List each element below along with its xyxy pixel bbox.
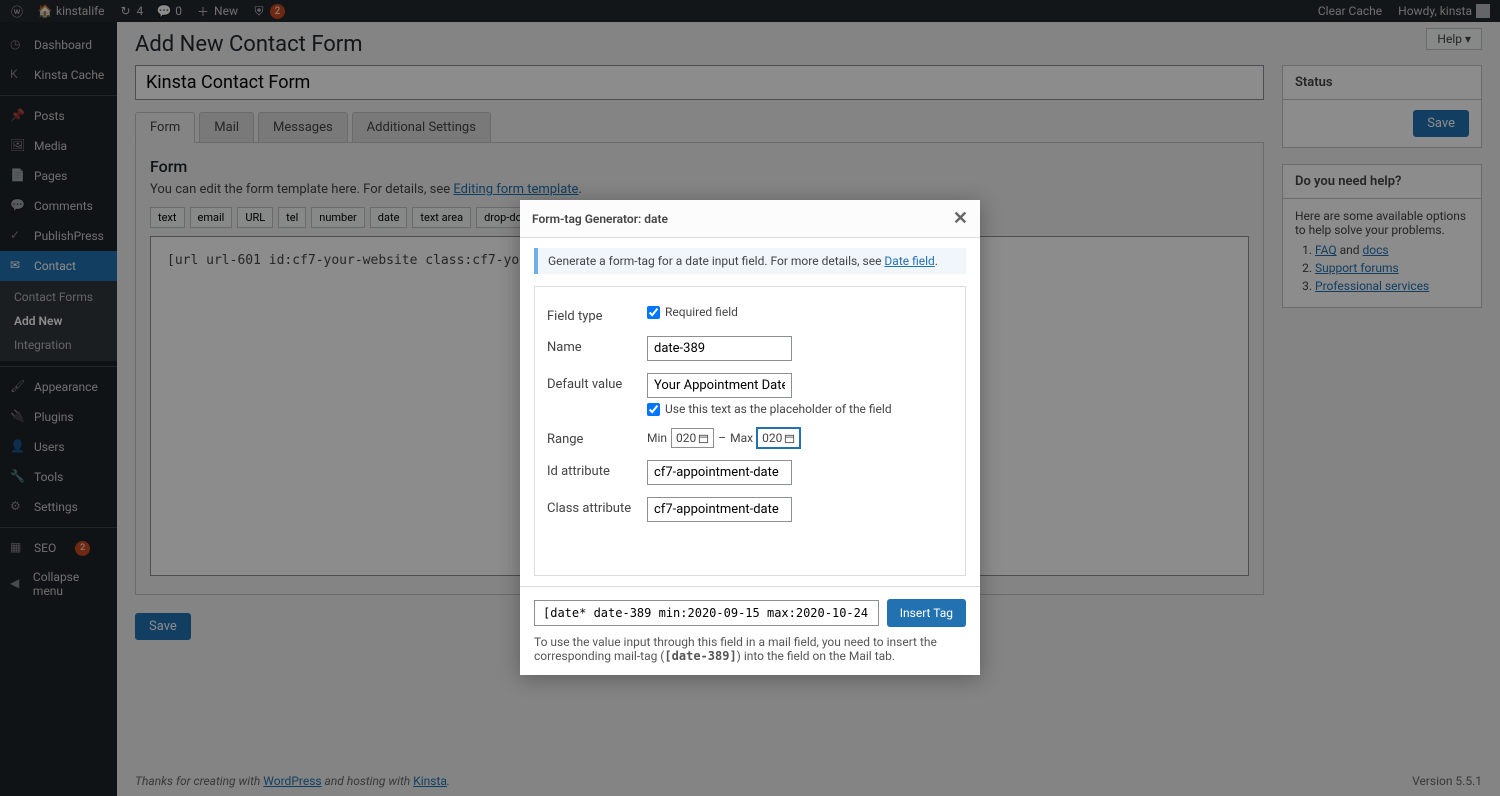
min-label: Min bbox=[647, 431, 667, 445]
placeholder-checkbox[interactable] bbox=[647, 403, 660, 416]
max-label: Max bbox=[730, 431, 753, 445]
name-input[interactable] bbox=[647, 336, 792, 361]
date-field-link[interactable]: Date field bbox=[884, 254, 934, 268]
label-default: Default value bbox=[547, 373, 647, 392]
label-class: Class attribute bbox=[547, 497, 647, 516]
label-range: Range bbox=[547, 428, 647, 447]
max-date-input[interactable]: 020 bbox=[757, 428, 800, 448]
modal-info: Generate a form-tag for a date input fie… bbox=[534, 248, 966, 274]
required-checkbox[interactable] bbox=[647, 306, 660, 319]
modal-form-tag-date: Form-tag Generator: date ✕ Generate a fo… bbox=[520, 200, 980, 675]
label-name: Name bbox=[547, 336, 647, 355]
calendar-icon bbox=[784, 433, 795, 444]
label-field-type: Field type bbox=[547, 305, 647, 324]
default-input[interactable] bbox=[647, 373, 792, 398]
mail-tag-code: [date-389] bbox=[664, 649, 736, 663]
modal-close-button[interactable]: ✕ bbox=[953, 208, 968, 229]
min-date-input[interactable]: 020 bbox=[671, 428, 714, 448]
placeholder-label: Use this text as the placeholder of the … bbox=[665, 402, 892, 416]
label-id: Id attribute bbox=[547, 460, 647, 479]
insert-tag-button[interactable]: Insert Tag bbox=[887, 599, 966, 627]
class-input[interactable] bbox=[647, 497, 792, 522]
required-label: Required field bbox=[665, 305, 738, 319]
tag-output-input[interactable] bbox=[534, 600, 879, 626]
id-input[interactable] bbox=[647, 460, 792, 485]
calendar-icon bbox=[698, 433, 709, 444]
modal-note: To use the value input through this fiel… bbox=[534, 635, 966, 663]
modal-title: Form-tag Generator: date bbox=[532, 212, 668, 226]
